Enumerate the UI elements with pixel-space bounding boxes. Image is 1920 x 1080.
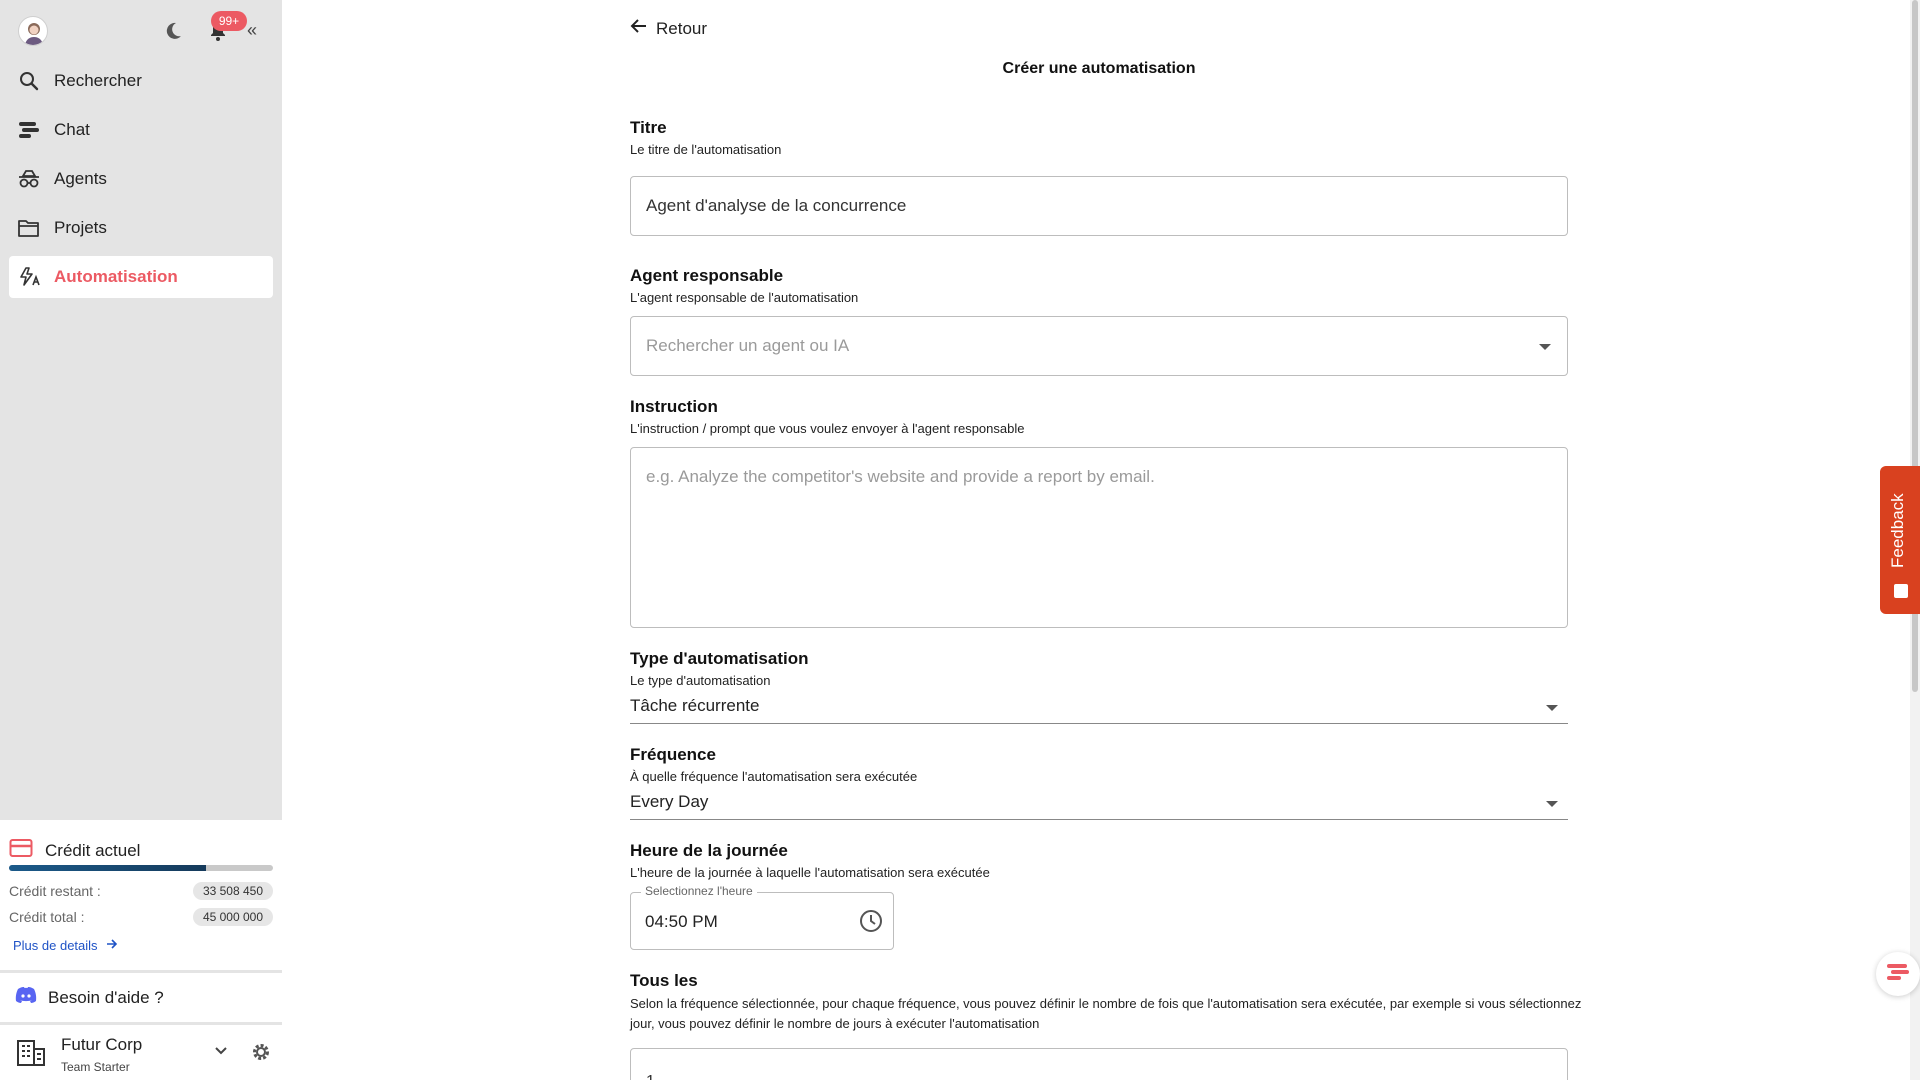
type-help: Le type d'automatisation xyxy=(630,673,771,688)
titre-value: Agent d'analyse de la concurrence xyxy=(646,196,907,215)
dropdown-arrow-icon xyxy=(1546,801,1558,807)
heure-label: Heure de la journée xyxy=(630,841,788,860)
sidebar-item-label: Automatisation xyxy=(54,267,178,286)
dropdown-arrow-icon xyxy=(1546,705,1558,711)
feedback-icon xyxy=(1894,584,1908,598)
credit-header: Crédit actuel xyxy=(9,838,140,863)
org-name: Futur Corp xyxy=(61,1035,143,1054)
agent-placeholder: Rechercher un agent ou IA xyxy=(646,336,850,355)
agent-select[interactable]: Rechercher un agent ou IA xyxy=(630,316,1568,376)
discord-icon xyxy=(14,985,38,1010)
titre-input[interactable]: Agent d'analyse de la concurrence xyxy=(630,176,1568,236)
folder-icon xyxy=(15,214,43,242)
type-value: Tâche récurrente xyxy=(630,696,760,715)
sidebar-topbar: 99+ « xyxy=(0,0,282,62)
credit-details-link[interactable]: Plus de details xyxy=(13,938,118,953)
credit-card-icon xyxy=(9,838,33,863)
gear-icon[interactable] xyxy=(250,1041,272,1063)
instruction-textarea[interactable]: e.g. Analyze the competitor's website an… xyxy=(630,447,1568,628)
agents-icon xyxy=(15,165,43,193)
tous-help: Selon la fréquence sélectionnée, pour ch… xyxy=(630,996,1582,1031)
sidebar-item-projets[interactable]: Projets xyxy=(9,207,273,249)
heure-help: L'heure de la journée à laquelle l'autom… xyxy=(630,865,990,880)
app-window: 99+ « Rechercher Chat Agents Projets Aut… xyxy=(0,0,1920,1080)
sidebar-item-rechercher[interactable]: Rechercher xyxy=(9,60,273,102)
tous-label: Tous les xyxy=(630,971,698,990)
dark-mode-icon[interactable] xyxy=(162,20,184,42)
heure-legend: Selectionnez l'heure xyxy=(641,884,757,898)
sidebar-item-label: Projets xyxy=(54,218,107,237)
sidebar-nav: Rechercher Chat Agents Projets Automatis… xyxy=(9,60,273,305)
sidebar-item-chat[interactable]: Chat xyxy=(9,109,273,151)
assistant-floating-button[interactable] xyxy=(1876,952,1920,996)
sidebar-item-label: Agents xyxy=(54,169,107,188)
sidebar-item-automatisation[interactable]: Automatisation xyxy=(9,256,273,298)
building-icon xyxy=(14,1035,48,1069)
titre-help: Le titre de l'automatisation xyxy=(630,142,782,157)
credit-remaining-label: Crédit restant : xyxy=(9,883,101,899)
sidebar-item-agents[interactable]: Agents xyxy=(9,158,273,200)
main-content: Retour Créer une automatisation Titre Le… xyxy=(282,0,1920,1080)
chat-icon xyxy=(15,116,43,144)
credit-total-label: Crédit total : xyxy=(9,909,85,925)
feedback-label: Feedback xyxy=(1888,493,1907,569)
heure-time-picker[interactable]: Selectionnez l'heure 04:50 PM xyxy=(630,884,894,950)
credit-progress-fill xyxy=(9,865,206,871)
credit-progress-bar xyxy=(9,865,273,871)
frequence-select[interactable]: Every Day xyxy=(630,788,1568,820)
help-label: Besoin d'aide ? xyxy=(48,987,164,1007)
organization-switcher[interactable]: Futur Corp Team Starter xyxy=(0,1024,282,1080)
tous-input[interactable]: 1 xyxy=(630,1048,1568,1080)
org-plan: Team Starter xyxy=(61,1060,130,1074)
instruction-help: L'instruction / prompt que vous voulez e… xyxy=(630,421,1025,436)
user-avatar[interactable] xyxy=(18,16,48,46)
page-title: Créer une automatisation xyxy=(1002,60,1196,77)
heure-value: 04:50 PM xyxy=(645,912,718,931)
tous-value: 1 xyxy=(646,1073,655,1080)
back-button[interactable]: Retour xyxy=(630,18,707,39)
agent-label: Agent responsable xyxy=(630,266,784,285)
sidebar-item-label: Rechercher xyxy=(54,71,142,90)
credit-total-value: 45 000 000 xyxy=(192,908,273,926)
type-label: Type d'automatisation xyxy=(630,649,809,668)
arrow-right-icon xyxy=(106,938,118,953)
titre-label: Titre xyxy=(630,118,667,137)
chat-bubble-icon xyxy=(1884,961,1912,988)
dropdown-arrow-icon xyxy=(1539,344,1551,350)
credit-remaining-value: 33 508 450 xyxy=(192,882,273,900)
type-select[interactable]: Tâche récurrente xyxy=(630,692,1568,724)
frequence-label: Fréquence xyxy=(630,745,716,764)
credit-panel: Crédit actuel Crédit restant : 33 508 45… xyxy=(0,820,282,970)
credit-details-label: Plus de details xyxy=(13,938,98,953)
arrow-left-icon xyxy=(630,18,648,39)
instruction-label: Instruction xyxy=(630,397,718,416)
feedback-tab[interactable]: Feedback xyxy=(1880,466,1920,614)
credit-title: Crédit actuel xyxy=(45,840,141,860)
help-button[interactable]: Besoin d'aide ? xyxy=(0,972,282,1022)
automation-icon xyxy=(15,263,43,291)
back-label: Retour xyxy=(656,18,708,38)
frequence-help: À quelle fréquence l'automatisation sera… xyxy=(630,769,918,784)
search-icon xyxy=(15,67,43,95)
sidebar-item-label: Chat xyxy=(54,120,90,139)
instruction-placeholder: e.g. Analyze the competitor's website an… xyxy=(646,467,1155,486)
credit-total-row: Crédit total : 45 000 000 xyxy=(9,906,273,928)
collapse-sidebar-icon[interactable]: « xyxy=(247,20,257,41)
chevron-down-icon[interactable] xyxy=(214,1043,228,1059)
credit-remaining-row: Crédit restant : 33 508 450 xyxy=(9,880,273,902)
clock-icon[interactable] xyxy=(859,909,883,933)
agent-help: L'agent responsable de l'automatisation xyxy=(630,290,859,305)
notification-badge: 99+ xyxy=(211,11,247,31)
sidebar: 99+ « Rechercher Chat Agents Projets Aut… xyxy=(0,0,282,1080)
frequence-value: Every Day xyxy=(630,792,709,811)
